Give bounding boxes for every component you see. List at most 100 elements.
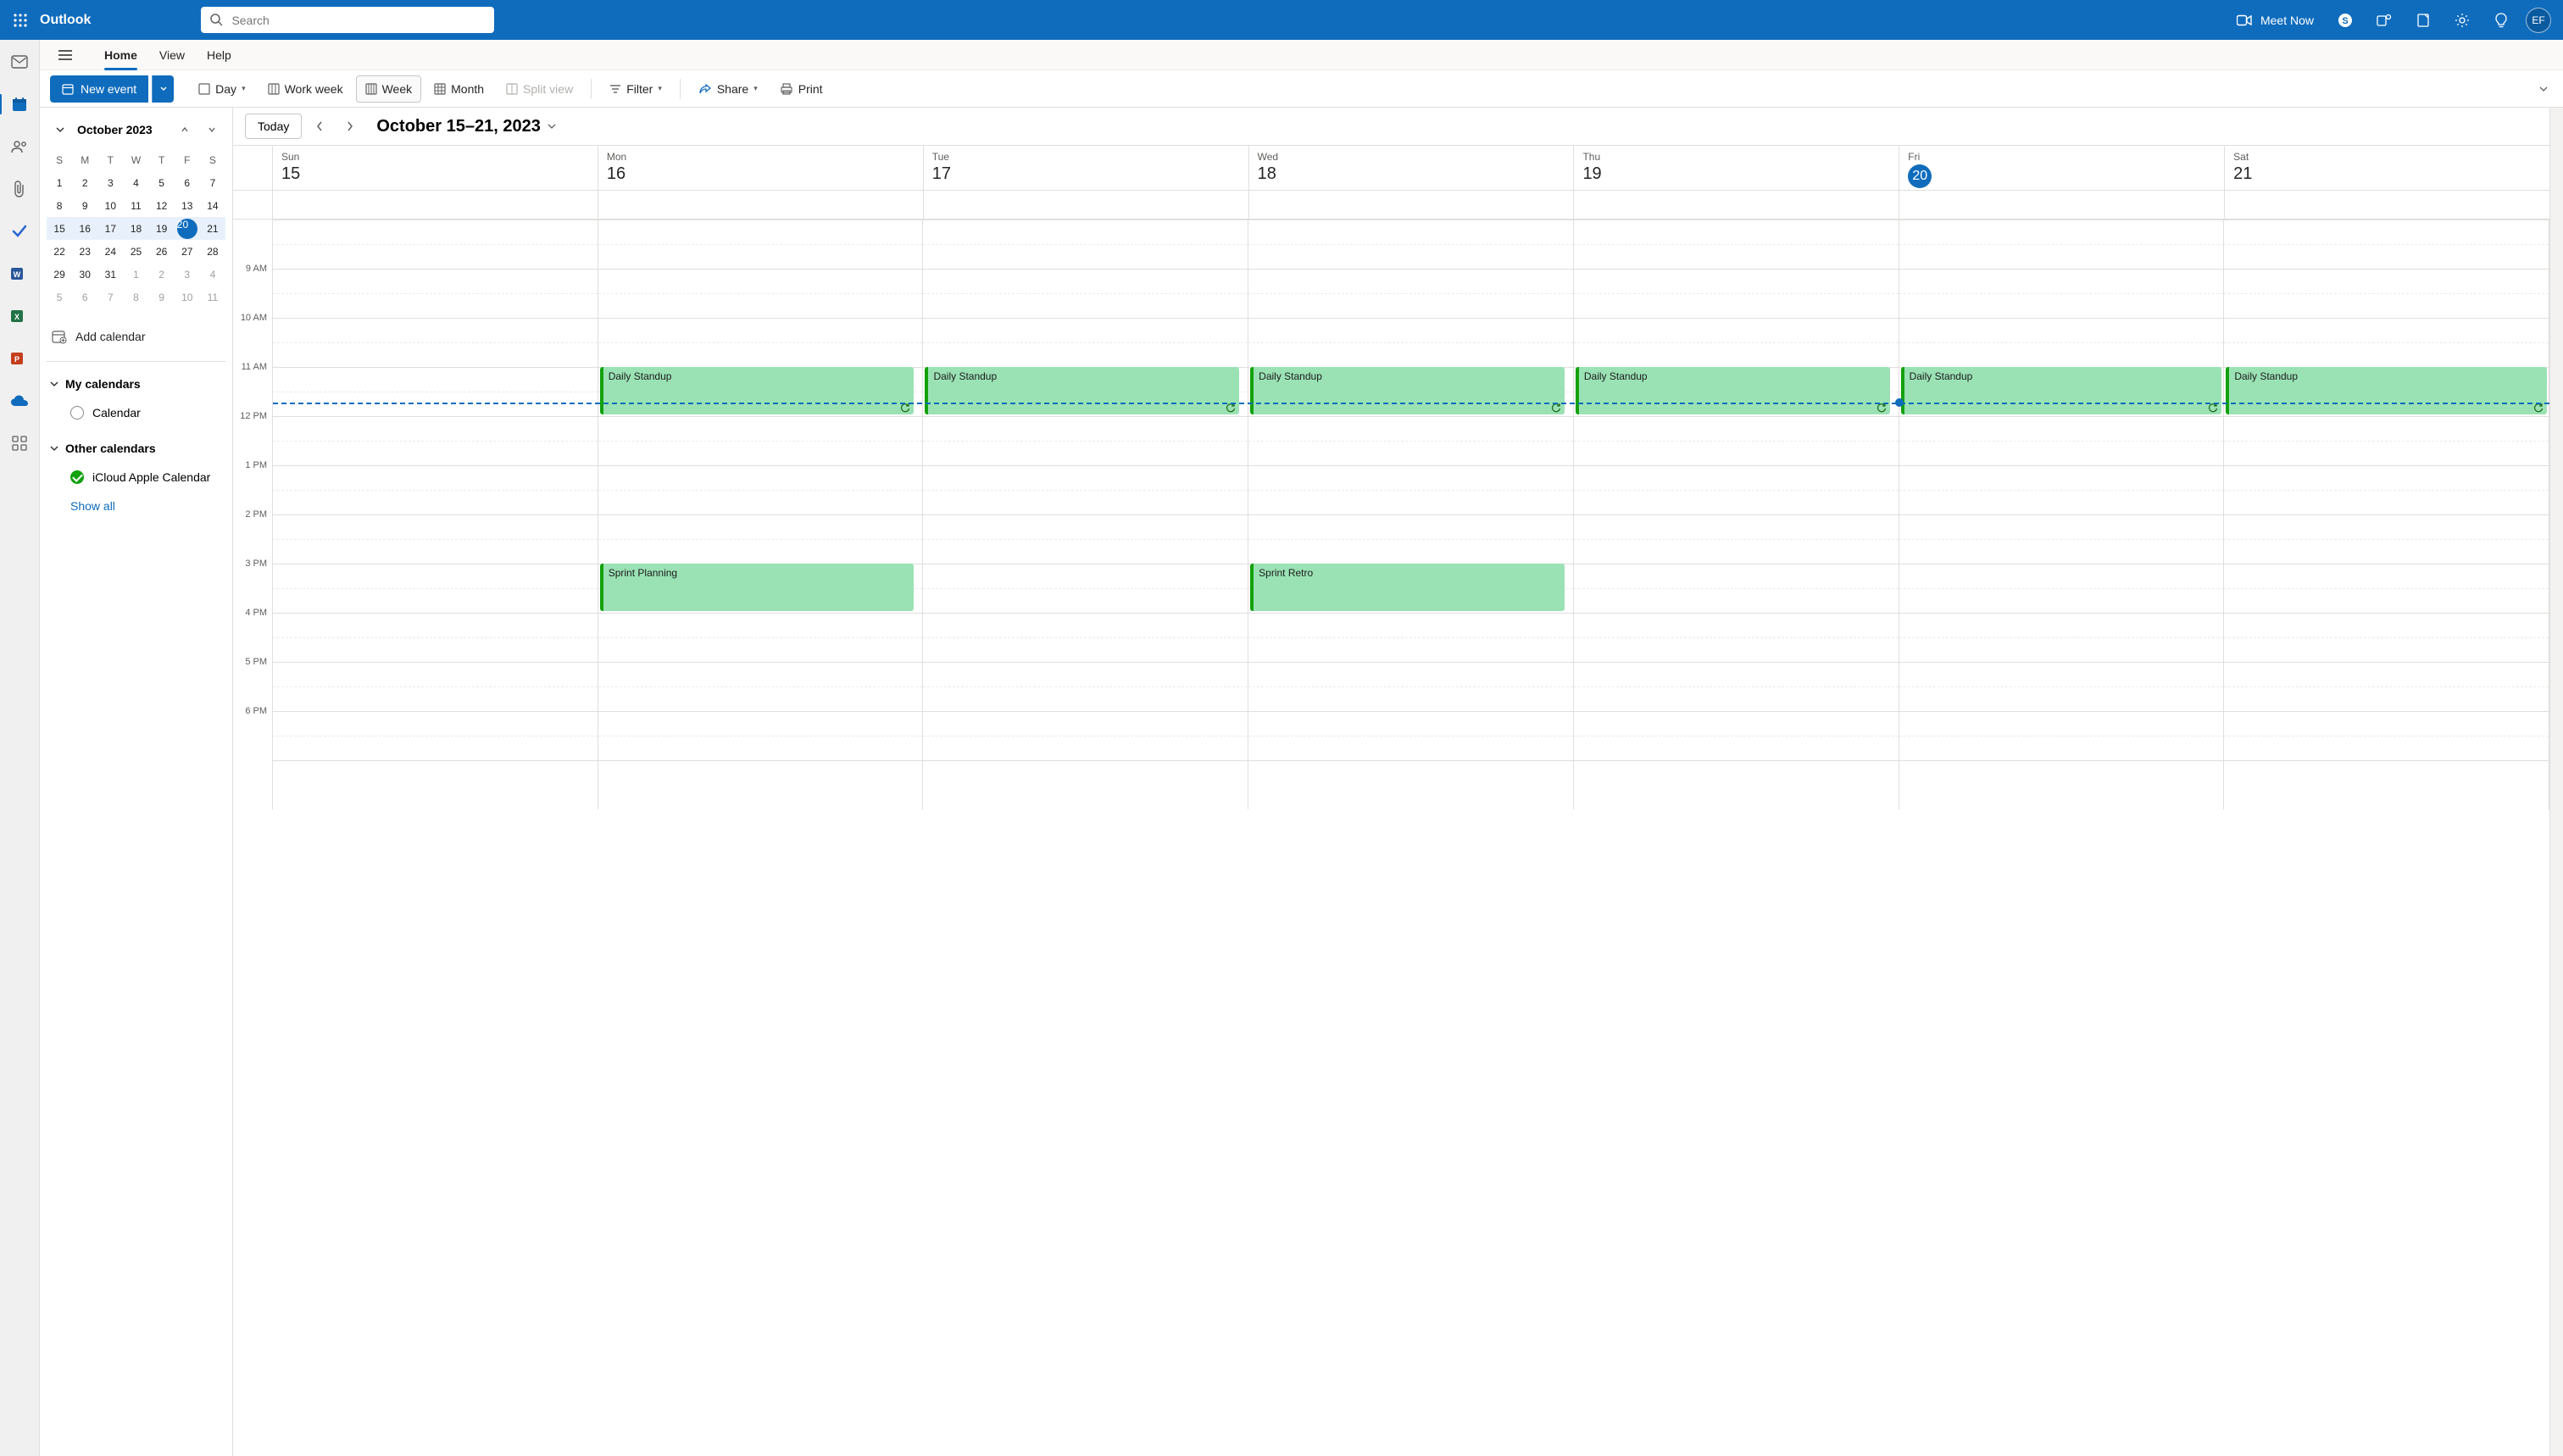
minical-day[interactable]: 30 xyxy=(72,263,97,286)
calendar-event[interactable]: Daily Standup xyxy=(1576,367,1890,414)
teams-button[interactable] xyxy=(2365,0,2404,40)
search-input[interactable] xyxy=(201,7,494,33)
nav-toggle-button[interactable] xyxy=(48,50,82,60)
calendar-checkbox[interactable] xyxy=(70,470,84,484)
rail-word[interactable]: W xyxy=(2,260,37,287)
day-header[interactable]: Thu19 xyxy=(1574,146,1899,190)
calendar-event[interactable]: Daily Standup xyxy=(925,367,1239,414)
view-month-button[interactable]: Month xyxy=(425,75,493,103)
brand-label[interactable]: Outlook xyxy=(40,13,91,28)
minical-month-label[interactable]: October 2023 xyxy=(77,123,168,136)
allday-cell[interactable] xyxy=(273,191,598,219)
rail-calendar[interactable] xyxy=(2,91,37,118)
minical-day[interactable]: 10 xyxy=(175,286,200,308)
other-calendars-header[interactable]: Other calendars xyxy=(47,436,225,460)
notes-button[interactable] xyxy=(2404,0,2443,40)
calendar-item-default[interactable]: Calendar xyxy=(47,401,225,425)
rail-onedrive[interactable] xyxy=(2,387,37,414)
calendar-event[interactable]: Sprint Planning xyxy=(600,564,915,611)
minical-day[interactable]: 26 xyxy=(149,240,175,263)
rail-files[interactable] xyxy=(2,175,37,203)
day-header[interactable]: Wed18 xyxy=(1249,146,1575,190)
calendar-event[interactable]: Sprint Retro xyxy=(1250,564,1565,611)
minical-prev[interactable] xyxy=(175,119,195,140)
calendar-event[interactable]: Daily Standup xyxy=(1250,367,1565,414)
minical-day[interactable]: 31 xyxy=(97,263,123,286)
day-column[interactable]: Daily Standup xyxy=(2224,220,2549,809)
minical-day[interactable]: 29 xyxy=(47,263,72,286)
minical-day[interactable]: 8 xyxy=(47,194,72,217)
rail-more-apps[interactable] xyxy=(2,430,37,457)
right-scrollbar[interactable] xyxy=(2549,108,2563,1456)
rail-people[interactable] xyxy=(2,133,37,160)
rail-todo[interactable] xyxy=(2,218,37,245)
tips-button[interactable] xyxy=(2482,0,2521,40)
toolbar-expand[interactable] xyxy=(2534,86,2553,92)
calendar-checkbox[interactable] xyxy=(70,406,84,420)
day-header[interactable]: Mon16 xyxy=(598,146,924,190)
day-column[interactable]: Daily Standup xyxy=(923,220,1248,809)
minical-day[interactable]: 9 xyxy=(149,286,175,308)
minical-day[interactable]: 11 xyxy=(123,194,148,217)
app-launcher-button[interactable] xyxy=(0,0,40,40)
minical-day[interactable]: 22 xyxy=(47,240,72,263)
account-avatar[interactable]: EF xyxy=(2526,8,2551,33)
minical-day[interactable]: 13 xyxy=(175,194,200,217)
minical-day[interactable]: 17 xyxy=(97,217,123,240)
prev-week-button[interactable] xyxy=(307,114,332,139)
meet-now-button[interactable]: Meet Now xyxy=(2225,14,2326,27)
add-calendar-button[interactable]: Add calendar xyxy=(47,322,225,351)
day-column[interactable]: Daily StandupSprint Planning xyxy=(598,220,924,809)
minical-day[interactable]: 27 xyxy=(175,240,200,263)
allday-cell[interactable] xyxy=(2225,191,2549,219)
day-header[interactable]: Sat21 xyxy=(2225,146,2549,190)
minical-day[interactable]: 12 xyxy=(149,194,175,217)
minical-day[interactable]: 19 xyxy=(149,217,175,240)
minical-day[interactable]: 23 xyxy=(72,240,97,263)
settings-button[interactable] xyxy=(2443,0,2482,40)
view-week-button[interactable]: Week xyxy=(356,75,422,103)
minical-day[interactable]: 10 xyxy=(97,194,123,217)
minical-day[interactable]: 1 xyxy=(123,263,148,286)
day-header[interactable]: Sun15 xyxy=(273,146,598,190)
minical-day[interactable]: 5 xyxy=(149,171,175,194)
minical-day[interactable]: 28 xyxy=(200,240,225,263)
minical-collapse[interactable] xyxy=(50,119,70,140)
minical-day[interactable]: 21 xyxy=(200,217,225,240)
new-event-button[interactable]: New event xyxy=(50,75,148,103)
day-column[interactable] xyxy=(273,220,598,809)
rail-mail[interactable] xyxy=(2,48,37,75)
calendar-grid-scroll[interactable]: 9 AM10 AM11 AM12 PM1 PM2 PM3 PM4 PM5 PM6… xyxy=(233,220,2549,1456)
print-button[interactable]: Print xyxy=(770,75,832,103)
tab-home[interactable]: Home xyxy=(104,40,137,70)
minical-day[interactable]: 24 xyxy=(97,240,123,263)
day-column[interactable]: Daily Standup Sprint Retro xyxy=(1248,220,1574,809)
rail-excel[interactable]: X xyxy=(2,303,37,330)
day-header[interactable]: Tue17 xyxy=(924,146,1249,190)
day-column[interactable]: Daily Standup xyxy=(1574,220,1899,809)
day-header[interactable]: Fri20 xyxy=(1899,146,2225,190)
calendar-event[interactable]: Daily Standup xyxy=(1901,367,2222,414)
tab-view[interactable]: View xyxy=(159,40,185,70)
my-calendars-header[interactable]: My calendars xyxy=(47,372,225,396)
minical-day[interactable]: 11 xyxy=(200,286,225,308)
minical-day[interactable]: 6 xyxy=(72,286,97,308)
new-event-dropdown[interactable] xyxy=(152,75,174,103)
minical-day[interactable]: 6 xyxy=(175,171,200,194)
show-all-link[interactable]: Show all xyxy=(47,494,225,518)
minical-day[interactable]: 7 xyxy=(200,171,225,194)
view-day-button[interactable]: Day▾ xyxy=(189,75,254,103)
minical-day[interactable]: 8 xyxy=(123,286,148,308)
minical-day[interactable]: 4 xyxy=(123,171,148,194)
minical-day[interactable]: 3 xyxy=(175,263,200,286)
share-button[interactable]: Share▾ xyxy=(689,75,767,103)
skype-button[interactable]: S xyxy=(2326,0,2365,40)
tab-help[interactable]: Help xyxy=(207,40,231,70)
minical-day[interactable]: 25 xyxy=(123,240,148,263)
minical-day[interactable]: 2 xyxy=(149,263,175,286)
minical-day[interactable]: 9 xyxy=(72,194,97,217)
minical-day[interactable]: 7 xyxy=(97,286,123,308)
minical-day[interactable]: 20 xyxy=(175,217,200,240)
minical-next[interactable] xyxy=(202,119,222,140)
minical-day[interactable]: 2 xyxy=(72,171,97,194)
